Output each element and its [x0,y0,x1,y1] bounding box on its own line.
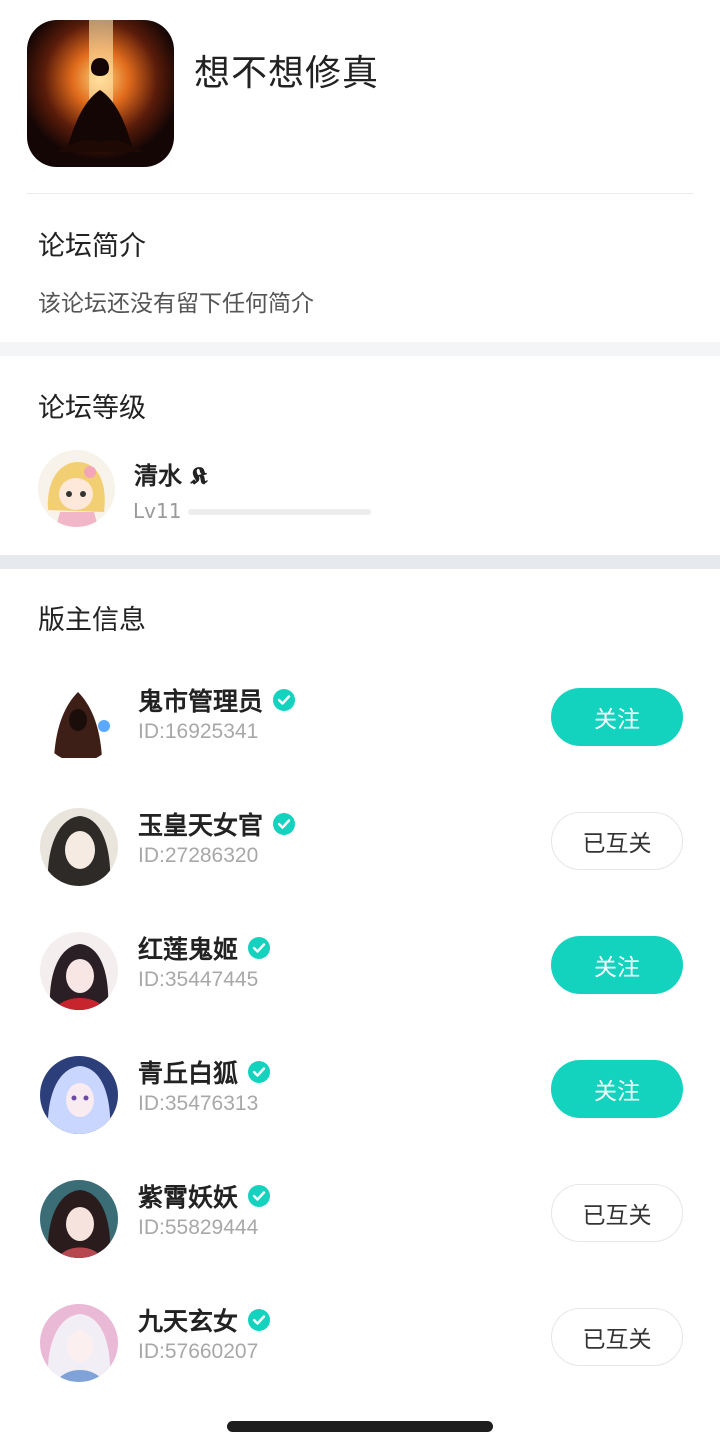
moderator-row[interactable]: 九天玄女 ID:57660207 已互关 [0,1300,720,1400]
moderator-id: ID:16925341 [138,720,259,743]
moderator-row[interactable]: 紫霄妖妖 ID:55829444 已互关 [0,1176,720,1276]
avatar[interactable] [40,684,118,762]
avatar[interactable] [40,1180,118,1258]
section-separator [0,342,720,356]
game-icon[interactable] [27,20,174,167]
moderator-name-text: 玉皇天女官 [138,811,264,840]
section-separator [0,555,720,569]
avatar[interactable] [40,808,118,886]
verified-badge-icon [248,937,271,959]
mutual-follow-button[interactable]: 已互关 [551,1308,683,1366]
moderator-name: 玉皇天女官 [138,806,296,842]
level-label: Lv11 [133,499,182,523]
follow-button[interactable]: 关注 [551,936,683,994]
moderator-name: 红莲鬼姬 [138,930,271,966]
level-title: 论坛等级 [38,393,146,424]
follow-button[interactable]: 关注 [551,688,683,746]
moderator-name: 青丘白狐 [138,1054,271,1090]
home-indicator[interactable] [227,1421,493,1432]
moderator-id: ID:57660207 [138,1340,259,1363]
follow-button[interactable]: 关注 [551,1060,683,1118]
moderator-name-text: 鬼市管理员 [138,687,264,716]
moderator-id: ID:27286320 [138,844,259,867]
verified-badge-icon [273,813,296,835]
moderator-row[interactable]: 红莲鬼姬 ID:35447445 关注 [0,928,720,1028]
moderator-name-text: 紫霄妖妖 [138,1183,239,1212]
verified-badge-icon [248,1061,271,1083]
verified-badge-icon [248,1309,271,1331]
intro-text: 该论坛还没有留下任何简介 [38,291,314,317]
avatar[interactable] [40,932,118,1010]
moderator-row[interactable]: 鬼市管理员 ID:16925341 关注 [0,680,720,780]
mutual-follow-button[interactable]: 已互关 [551,1184,683,1242]
level-user-name: 清水 𝕶 [134,462,208,490]
moderator-id: ID:35476313 [138,1092,259,1115]
avatar[interactable] [38,450,115,527]
forum-header: 想不想修真 [0,0,720,195]
moderator-row[interactable]: 玉皇天女官 ID:27286320 已互关 [0,804,720,904]
mutual-follow-button[interactable]: 已互关 [551,812,683,870]
moderator-id: ID:55829444 [138,1216,259,1239]
verified-badge-icon [273,689,296,711]
verified-badge-icon [248,1185,271,1207]
moderator-name: 紫霄妖妖 [138,1178,271,1214]
divider [27,193,693,194]
moderator-name: 九天玄女 [138,1302,271,1338]
moderator-name-text: 青丘白狐 [138,1059,239,1088]
avatar[interactable] [40,1056,118,1134]
level-progress-bar [188,509,371,515]
intro-title: 论坛简介 [38,231,146,262]
moderator-row[interactable]: 青丘白狐 ID:35476313 关注 [0,1052,720,1152]
avatar[interactable] [40,1304,118,1382]
moderator-id: ID:35447445 [138,968,259,991]
moderator-name: 鬼市管理员 [138,682,296,718]
moderator-name-text: 九天玄女 [138,1307,239,1336]
moderator-name-text: 红莲鬼姬 [138,935,239,964]
forum-title: 想不想修真 [194,53,380,94]
moderators-title: 版主信息 [38,605,146,636]
